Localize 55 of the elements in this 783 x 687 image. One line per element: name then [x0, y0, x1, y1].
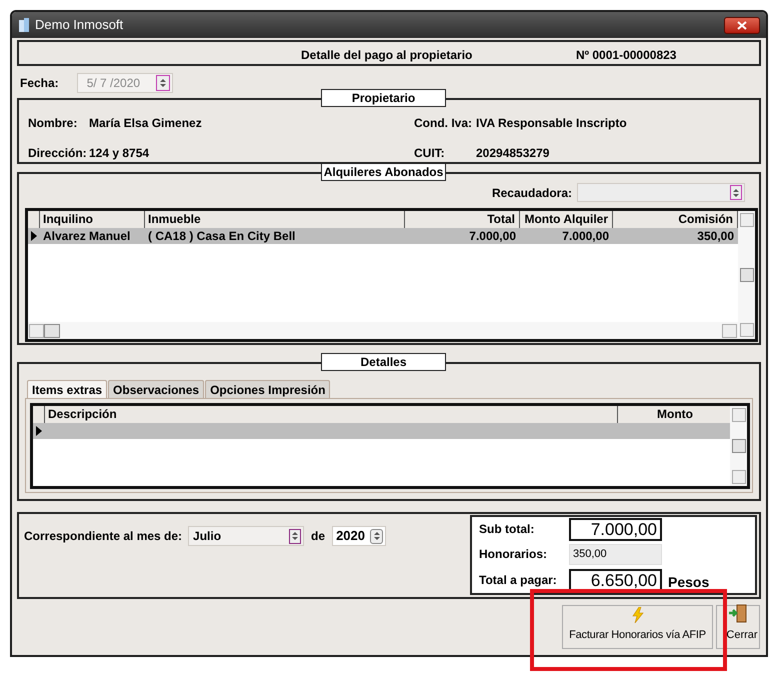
month-label: Correspondiente al mes de: — [24, 528, 182, 545]
app-icon — [18, 17, 30, 33]
spinner-arrows-icon — [372, 531, 381, 541]
vertical-scrollbar[interactable] — [730, 406, 747, 486]
field-label: CUIT: — [414, 145, 446, 162]
field-value: 124 y 8754 — [89, 145, 150, 162]
table-cell-text: 350,00 — [696, 228, 735, 244]
tab[interactable]: Observaciones — [108, 380, 204, 398]
field-label: Cond. Iva: — [414, 115, 474, 132]
month-dropdown[interactable]: Julio — [188, 526, 304, 546]
door-icon — [728, 602, 748, 622]
field-value: María Elsa Gimenez — [89, 115, 202, 132]
spinner-arrows-icon — [158, 78, 167, 88]
collector-label: Recaudadora: — [492, 184, 572, 202]
close-icon — [737, 20, 747, 30]
field-value: 20294853279 — [476, 145, 550, 162]
row-pointer-icon — [31, 231, 37, 241]
of-label: de — [310, 528, 326, 545]
year-field[interactable]: 2020 — [332, 526, 386, 546]
group-title: Detalles — [321, 353, 446, 371]
collector-dropdown[interactable] — [577, 183, 745, 202]
lightning-icon — [630, 606, 644, 622]
date-label: Fecha: — [20, 75, 59, 92]
total-label: Honorarios: — [479, 546, 548, 563]
group-title: Propietario — [321, 89, 446, 107]
window-title: Demo Inmosoft — [35, 16, 124, 34]
close-button[interactable] — [724, 16, 760, 34]
dropdown-button[interactable] — [289, 528, 302, 544]
horizontal-scrollbar[interactable] — [28, 322, 738, 339]
amount-field[interactable]: 7.000,00 — [569, 518, 662, 540]
currency-label: Pesos — [668, 572, 710, 592]
page-title: Detalle del pago al propietario — [301, 47, 472, 64]
vertical-scrollbar[interactable] — [738, 211, 755, 339]
table-cell-text: Alvarez Manuel — [42, 228, 132, 244]
group-title: Alquileres Abonados — [321, 163, 446, 181]
invoice-button[interactable]: Facturar Honorarios vía AFIP — [562, 605, 713, 649]
total-label: Sub total: — [479, 521, 536, 538]
spinner-arrows-icon — [291, 531, 300, 541]
row-pointer-icon — [36, 426, 42, 436]
table-cell-text: ( CA18 ) Casa En City Bell — [147, 228, 296, 244]
receipt-number: Nº 0001-00000823 — [576, 47, 676, 64]
field-label: Dirección: — [28, 145, 88, 162]
table-cell-text: 7.000,00 — [561, 228, 610, 244]
spinner-arrows-icon — [732, 188, 740, 198]
tab[interactable]: Opciones Impresión — [205, 380, 330, 398]
field-value: IVA Responsable Inscripto — [476, 115, 627, 132]
tab[interactable]: Items extras — [27, 380, 108, 398]
spin-button[interactable] — [370, 528, 384, 544]
amount-field[interactable]: 350,00 — [569, 544, 662, 564]
table-cell-text: 7.000,00 — [468, 228, 517, 244]
field-label: Nombre: — [28, 115, 78, 132]
dropdown-button[interactable] — [730, 185, 742, 200]
amount-field[interactable]: 6.650,00 — [569, 568, 662, 592]
total-label: Total a pagar: — [479, 572, 558, 589]
close-form-button[interactable]: Cerrar — [716, 605, 760, 649]
